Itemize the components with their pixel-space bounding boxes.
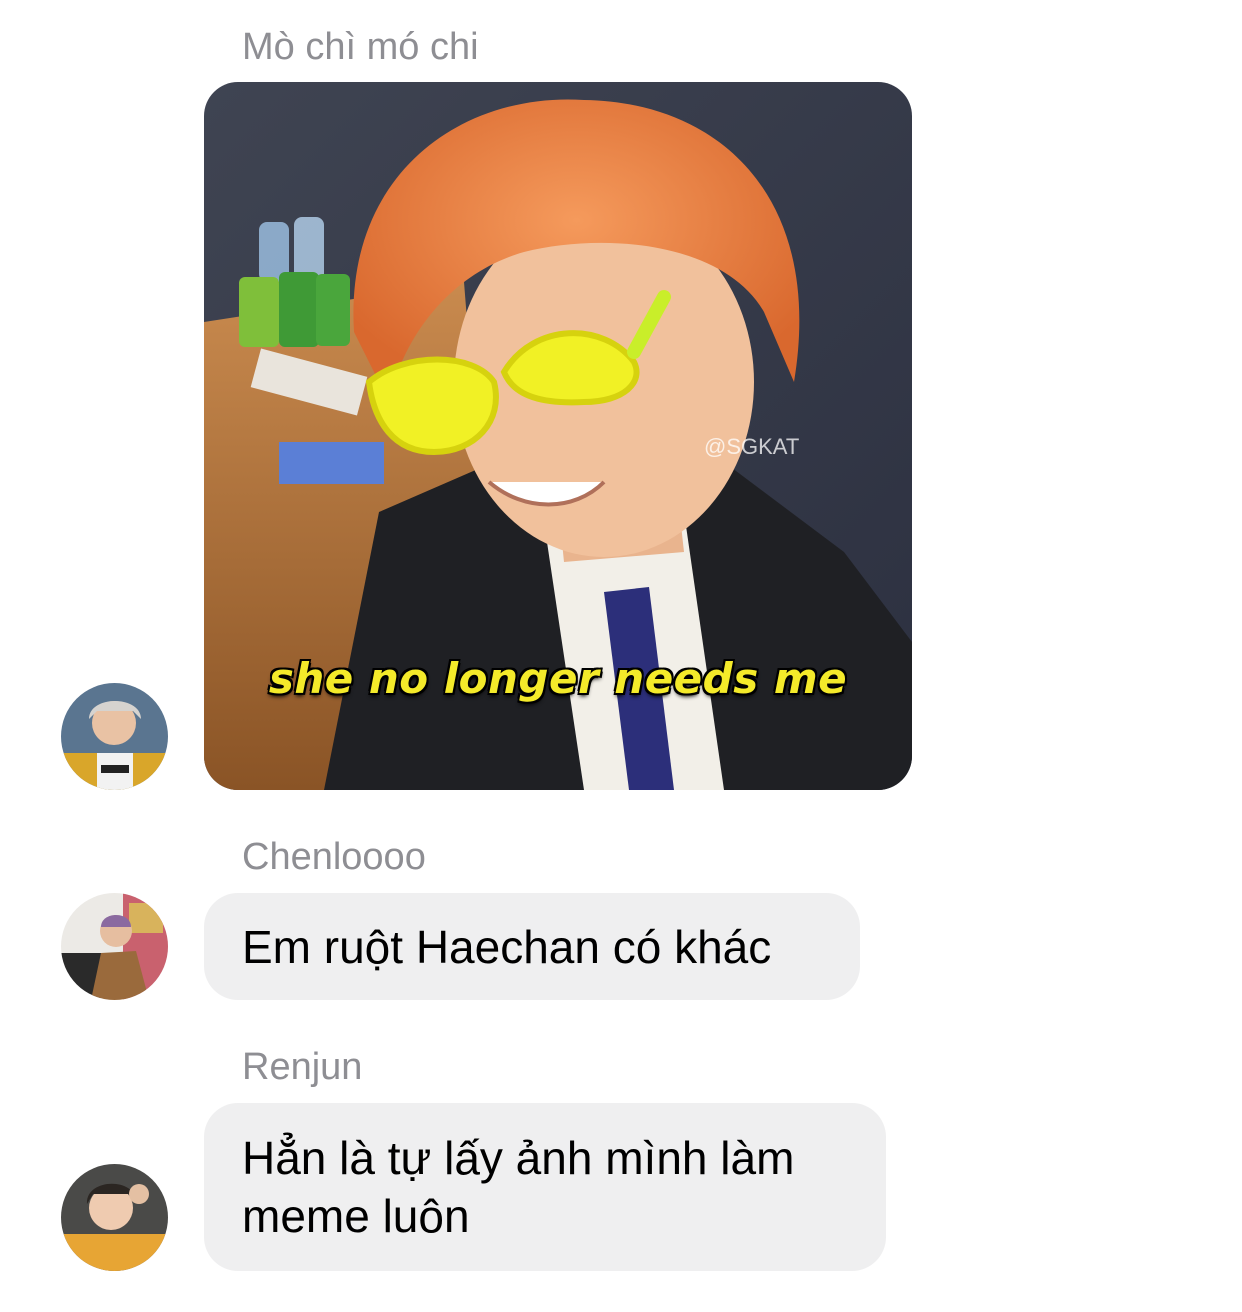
sender-name: Mò chì mó chi <box>242 26 479 68</box>
meme-image[interactable]: @SGKAT she no longer needs me <box>204 82 912 790</box>
message-bubble[interactable]: Hẳn là tự lấy ảnh mình làm meme luôn <box>204 1103 886 1271</box>
sender-name: Renjun <box>242 1046 363 1088</box>
avatar-photo-icon <box>61 1164 168 1271</box>
avatar-photo-icon <box>61 683 168 790</box>
avatar-photo-icon <box>61 893 168 1000</box>
message-text: Hẳn là tự lấy ảnh mình làm meme luôn <box>242 1132 795 1242</box>
message-text: Em ruột Haechan có khác <box>242 920 772 973</box>
avatar[interactable] <box>61 683 168 790</box>
avatar[interactable] <box>61 1164 168 1271</box>
message-bubble[interactable]: Em ruột Haechan có khác <box>204 893 860 1000</box>
meme-caption: she no longer needs me <box>268 654 848 703</box>
image-watermark: @SGKAT <box>704 434 800 459</box>
avatar[interactable] <box>61 893 168 1000</box>
sender-name: Chenloooo <box>242 836 426 878</box>
